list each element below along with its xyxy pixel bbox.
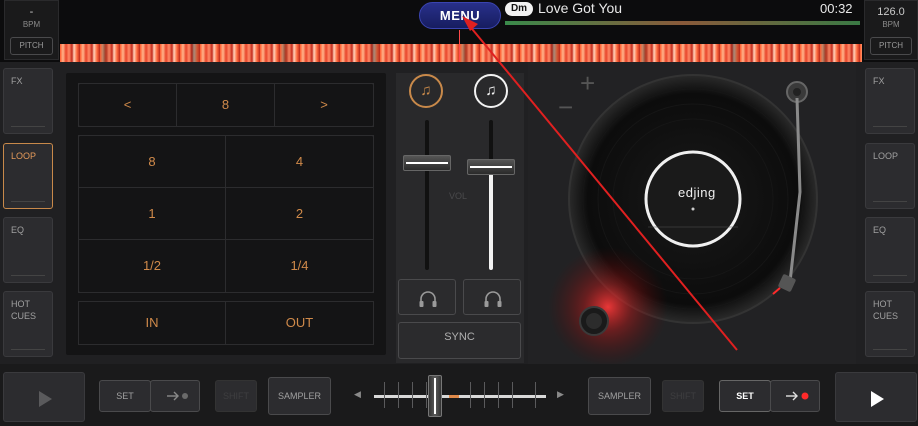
mixer-panel: ♫ ♫ VOL SYNC	[396, 73, 524, 363]
right-hotcues-label: HOT CUES	[873, 299, 899, 321]
loop-4-button[interactable]: 4	[225, 135, 374, 188]
crossfader-left-arrow[interactable]: ◀	[354, 389, 361, 400]
right-volume-fader[interactable]	[467, 159, 515, 175]
crossfader-handle[interactable]	[428, 375, 442, 417]
left-pitch-button[interactable]: PITCH	[10, 37, 53, 55]
crossfader-tick	[535, 382, 536, 408]
loop-out-button[interactable]: OUT	[225, 301, 374, 345]
crossfader-tick	[512, 382, 513, 408]
left-bpm-label: BPM	[22, 20, 41, 29]
crossfader-tick	[484, 382, 485, 408]
bottom-bar: SET SHIFT SAMPLER ◀ ▶ SAMPLER SHIFT SET	[0, 364, 918, 426]
loop-half-button[interactable]: 1/2	[78, 239, 226, 293]
left-cue-arrow-icon	[167, 391, 188, 401]
crossfader-tick	[412, 382, 413, 408]
loop-next-button[interactable]: >	[274, 83, 374, 127]
right-loop-label: LOOP	[873, 151, 899, 161]
track-time: 00:32	[820, 1, 853, 16]
left-headphone-button[interactable]	[398, 279, 456, 315]
right-cue-jump-button[interactable]	[770, 380, 820, 412]
left-play-button[interactable]	[3, 372, 85, 422]
right-shift-button[interactable]: SHIFT	[662, 380, 704, 412]
left-shift-button[interactable]: SHIFT	[215, 380, 257, 412]
crossfader-tick	[426, 382, 427, 408]
left-volume-fader[interactable]	[403, 155, 451, 171]
loop-1-button[interactable]: 1	[78, 187, 226, 240]
right-loop-button[interactable]: LOOP	[865, 143, 915, 209]
right-pitch-button[interactable]: PITCH	[870, 37, 912, 55]
loop-size-value: 8	[176, 83, 275, 127]
left-play-icon	[39, 391, 52, 407]
loop-in-button[interactable]: IN	[78, 301, 226, 345]
crossfader-tick	[470, 382, 471, 408]
left-fx-label: FX	[11, 76, 23, 86]
crossfader-center-mark	[449, 395, 459, 398]
left-loop-button[interactable]: LOOP	[3, 143, 53, 209]
crossfader-tick	[398, 382, 399, 408]
right-bpm-label: BPM	[882, 20, 900, 29]
right-hotcues-button[interactable]: HOT CUES	[865, 291, 915, 357]
left-volume-track	[425, 120, 429, 270]
right-eq-label: EQ	[873, 225, 887, 235]
turntable-graphic[interactable]	[528, 62, 856, 364]
left-fx-button[interactable]: FX	[3, 68, 53, 134]
dj-app: - BPM PITCH MENU Dm Love Got You 00:32 1…	[0, 0, 918, 426]
right-cue-arrow-icon	[786, 391, 809, 401]
sync-button[interactable]: SYNC	[398, 322, 521, 359]
left-hotcues-label: HOT CUES	[11, 299, 37, 321]
left-deck-music-icon[interactable]: ♫	[409, 74, 443, 108]
left-bpm-box: - BPM PITCH	[4, 0, 59, 60]
right-bpm-value: 126.0	[877, 6, 905, 18]
loop-panel: < 8 > 8 4 1 2 1/2 1/4 IN OUT	[66, 73, 386, 355]
left-cue-jump-button[interactable]	[150, 380, 200, 412]
right-sampler-button[interactable]: SAMPLER	[588, 377, 651, 415]
left-bpm-value: -	[29, 6, 34, 18]
right-set-cue-button[interactable]: SET	[719, 380, 771, 412]
right-volume-level	[489, 168, 493, 270]
track-key-badge: Dm	[505, 2, 533, 16]
left-eq-label: EQ	[11, 225, 25, 235]
waveform-playhead	[459, 30, 460, 62]
track-title: Love Got You	[538, 0, 623, 16]
track-progress-bar[interactable]	[505, 21, 860, 25]
loop-prev-button[interactable]: <	[78, 83, 177, 127]
menu-button[interactable]: MENU	[419, 2, 501, 29]
right-play-icon	[871, 391, 884, 407]
right-fx-button[interactable]: FX	[865, 68, 915, 134]
left-eq-button[interactable]: EQ	[3, 217, 53, 283]
left-hotcues-button[interactable]: HOT CUES	[3, 291, 53, 357]
right-deck-music-icon[interactable]: ♫	[474, 74, 508, 108]
waveform-display[interactable]	[60, 44, 862, 62]
left-sampler-button[interactable]: SAMPLER	[268, 377, 331, 415]
turntable-label-brand: edjing	[678, 185, 716, 200]
right-headphone-button[interactable]	[463, 279, 521, 315]
left-headphone-icon	[419, 291, 437, 307]
crossfader-tick	[498, 382, 499, 408]
crossfader-track	[374, 395, 546, 398]
top-bar: - BPM PITCH MENU Dm Love Got You 00:32 1…	[0, 0, 918, 62]
crossfader-right-arrow[interactable]: ▶	[557, 389, 564, 400]
left-set-cue-button[interactable]: SET	[99, 380, 151, 412]
right-play-button[interactable]	[835, 372, 917, 422]
right-eq-button[interactable]: EQ	[865, 217, 915, 283]
crossfader-tick	[384, 382, 385, 408]
loop-quarter-button[interactable]: 1/4	[225, 239, 374, 293]
loop-2-button[interactable]: 2	[225, 187, 374, 240]
right-fx-label: FX	[873, 76, 885, 86]
volume-label: VOL	[449, 191, 468, 201]
left-loop-label: LOOP	[11, 151, 37, 161]
right-bpm-box: 126.0 BPM PITCH	[864, 0, 918, 60]
loop-8-button[interactable]: 8	[78, 135, 226, 188]
right-headphone-icon	[484, 291, 502, 307]
turntable-deck: + − edjing	[528, 62, 856, 364]
